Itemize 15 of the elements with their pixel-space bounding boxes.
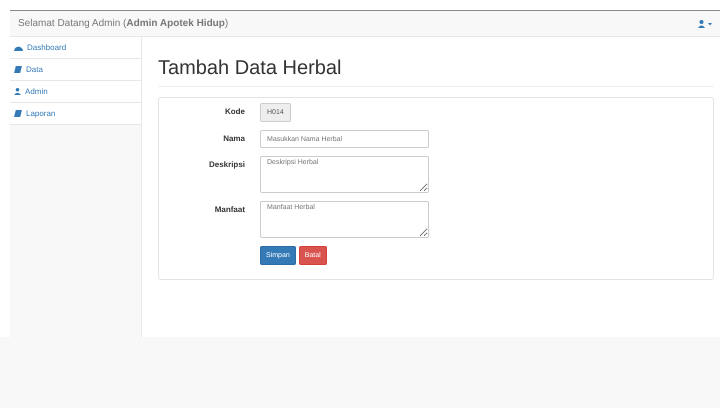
field-label: Manfaat [214, 204, 245, 216]
book-icon [14, 110, 22, 117]
dashboard-icon [14, 44, 23, 51]
page-title: Tambah Data Herbal [158, 57, 714, 87]
field-label: Nama [222, 133, 245, 145]
navbar-title: Selamat Datang Admin (Admin Apotek Hidup) [18, 18, 228, 29]
sidebar-item[interactable]: Data [10, 59, 141, 81]
user-icon [14, 88, 21, 95]
book-icon [14, 66, 22, 73]
sidebar-item[interactable]: Laporan [10, 103, 141, 125]
user-menu-icon[interactable] [698, 20, 712, 28]
sidebar-item[interactable]: Dashboard [10, 37, 141, 59]
field-label: Deskripsi [208, 159, 245, 171]
field-label: Kode [224, 106, 245, 118]
sidebar-item[interactable]: Admin [10, 81, 141, 103]
